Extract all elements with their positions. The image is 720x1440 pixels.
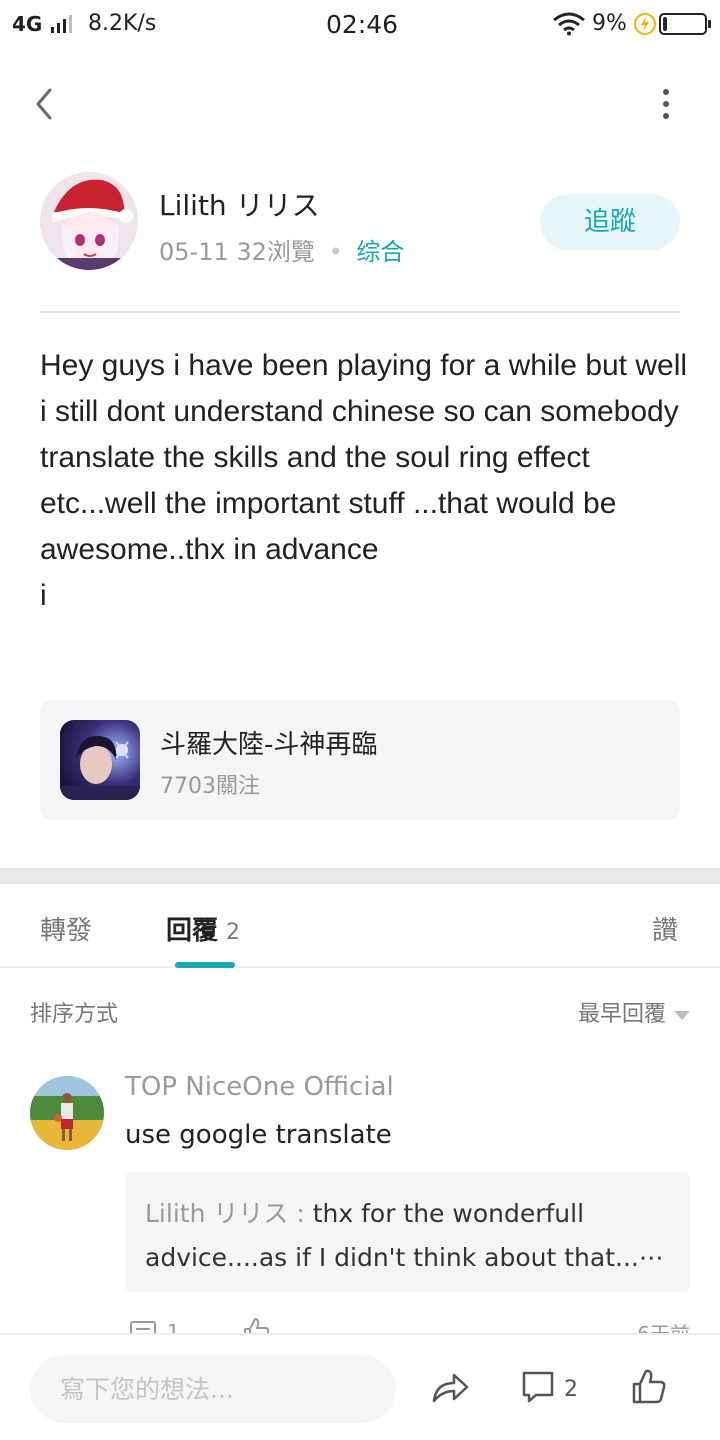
network-type: 4G	[12, 12, 43, 36]
quoted-reply-text-2: advice....as if I didn't think about tha…	[145, 1243, 664, 1272]
sort-row: 排序方式 最早回覆	[30, 996, 690, 1028]
section-separator	[0, 868, 720, 884]
tab-bar: 轉發 回覆 2 讚	[0, 884, 720, 968]
share-icon[interactable]	[430, 1369, 470, 1407]
tab-reply[interactable]: 回覆 2	[166, 910, 240, 947]
tab-like[interactable]: 讚	[652, 910, 678, 947]
post-category[interactable]: 综合	[356, 238, 404, 266]
divider	[40, 311, 680, 313]
battery-icon	[659, 13, 711, 35]
tab-reply-label: 回覆	[166, 916, 219, 946]
author-header: Lilith リリス 05-11 32浏覽 • 综合 追蹤	[40, 172, 680, 272]
commenter-avatar-image	[30, 1076, 104, 1150]
comment-text: use google translate	[125, 1120, 392, 1150]
meta-separator-dot: •	[328, 238, 343, 266]
sort-selected: 最早回覆	[577, 1002, 666, 1027]
clock: 02:46	[326, 10, 399, 39]
caret-down-icon	[674, 1010, 690, 1020]
charging-bolt-icon	[634, 13, 656, 35]
post-date: 05-11	[159, 238, 229, 266]
status-bar: 4G 8.2K/s 02:46 9%	[0, 0, 720, 52]
comment-icon[interactable]	[520, 1369, 556, 1405]
battery-percent: 9%	[592, 11, 627, 36]
sort-label: 排序方式	[30, 1002, 119, 1027]
quoted-reply-text-1: thx for the wonderfull	[312, 1199, 585, 1228]
thumbs-up-icon[interactable]	[630, 1367, 666, 1405]
quoted-reply[interactable]: Lilith リリス : thx for the wonderfull advi…	[125, 1172, 690, 1292]
network-speed: 8.2K/s	[88, 11, 157, 36]
comment-input[interactable]	[30, 1355, 396, 1423]
game-name: 斗羅大陸-斗神再臨	[160, 730, 378, 760]
quoted-reply-line1: Lilith リリス : thx for the wonderfull	[145, 1192, 670, 1236]
quoted-reply-separator: :	[288, 1199, 313, 1228]
tab-repost[interactable]: 轉發	[40, 910, 92, 947]
game-card[interactable]: 斗羅大陸-斗神再臨 7703關注	[40, 700, 680, 820]
signal-icon	[51, 15, 72, 33]
game-icon	[60, 720, 140, 800]
active-tab-indicator	[175, 962, 235, 968]
sort-dropdown[interactable]: 最早回覆	[578, 996, 690, 1028]
quoted-reply-author: Lilith リリス	[145, 1199, 289, 1228]
avatar[interactable]	[40, 172, 138, 270]
chevron-left-icon[interactable]	[28, 84, 62, 124]
avatar[interactable]	[30, 1076, 104, 1150]
author-avatar-image	[40, 172, 138, 270]
more-vertical-icon[interactable]	[648, 84, 684, 124]
comment-item: TOP NiceOne Official use google translat…	[0, 1070, 720, 1346]
wifi-icon	[553, 12, 585, 36]
comment-author[interactable]: TOP NiceOne Official	[125, 1072, 394, 1102]
comment-count: 2	[564, 1377, 578, 1402]
bottom-bar: 2	[0, 1333, 720, 1440]
post-views: 32浏覽	[236, 238, 315, 266]
battery-fill	[663, 17, 667, 31]
game-followers: 7703關注	[160, 774, 260, 799]
post-meta: 05-11 32浏覽 • 综合	[159, 232, 404, 267]
post-body: Hey guys i have been playing for a while…	[40, 343, 690, 619]
follow-button[interactable]: 追蹤	[540, 194, 680, 250]
author-name[interactable]: Lilith リリス	[159, 184, 320, 224]
tab-reply-count: 2	[226, 920, 241, 945]
top-nav	[0, 72, 720, 136]
post-text: Hey guys i have been playing for a while…	[40, 349, 688, 612]
